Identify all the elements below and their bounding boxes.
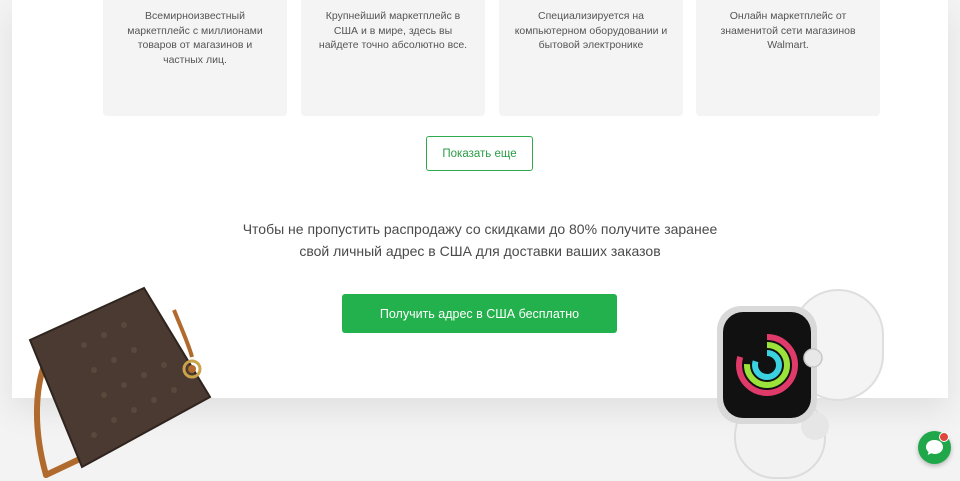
promo-text: Чтобы не пропустить распродажу со скидка…: [242, 221, 718, 259]
handbag-image: [28, 286, 212, 478]
marketplace-card[interactable]: Крупнейший маркетплейс в США и в мире, з…: [301, 0, 485, 116]
get-us-address-button[interactable]: Получить адрес в США бесплатно: [342, 294, 617, 333]
card-description: Всемирноизвестный маркетплейс с миллиона…: [127, 10, 263, 66]
marketplace-card[interactable]: Всемирноизвестный маркетплейс с миллиона…: [103, 0, 287, 116]
marketplace-cards: Всемирноизвестный маркетплейс с миллиона…: [103, 0, 881, 116]
card-description: Крупнейший маркетплейс в США и в мире, з…: [318, 10, 468, 51]
marketplace-card[interactable]: Специализируется на компьютерном оборудо…: [499, 0, 683, 116]
chat-notification-badge: [939, 432, 949, 442]
show-more-button[interactable]: Показать еще: [426, 136, 533, 171]
marketplace-card[interactable]: Онлайн маркетплейс от знаменитой сети ма…: [696, 0, 880, 116]
chat-widget-button[interactable]: [918, 431, 951, 464]
card-description: Онлайн маркетплейс от знаменитой сети ма…: [720, 10, 856, 51]
smartwatch-image: [717, 289, 884, 479]
card-description: Специализируется на компьютерном оборудо…: [514, 10, 668, 51]
